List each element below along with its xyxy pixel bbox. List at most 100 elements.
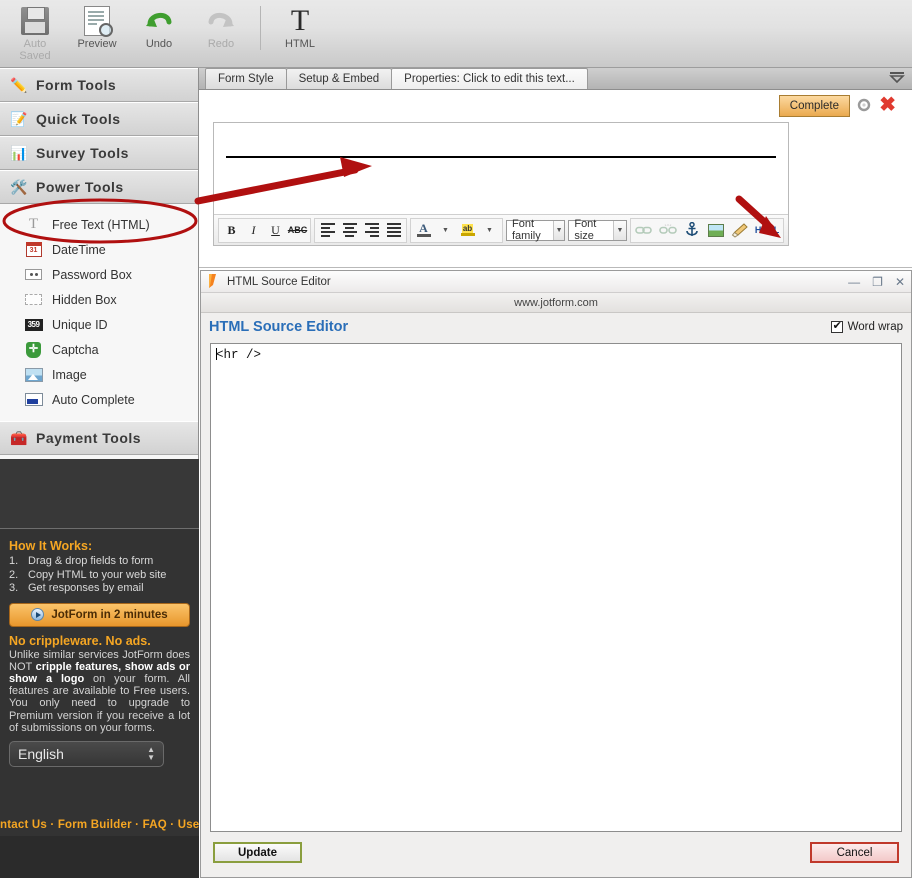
source-editor-header-row: HTML Source Editor Word wrap [201, 313, 911, 341]
sidebar-category-quick-tools[interactable]: 📝 Quick Tools [0, 102, 198, 136]
shield-icon: ✛ [24, 341, 43, 358]
complete-button[interactable]: Complete [778, 95, 850, 117]
step-number: 1. [9, 555, 19, 567]
jotform-in-2-minutes-button[interactable]: JotForm in 2 minutes [9, 602, 190, 627]
checkbox-box-icon [830, 319, 843, 333]
bold-button[interactable]: B [221, 220, 242, 241]
step-number: 2. [9, 568, 19, 581]
sidebar-item-label: Password Box [52, 267, 132, 282]
rich-text-canvas[interactable] [214, 123, 788, 215]
link-form-builder[interactable]: Form Builder [58, 819, 132, 831]
sidebar-item-password-box[interactable]: Password Box [0, 262, 198, 287]
sidebar-item-unique-id[interactable]: 359 Unique ID [0, 312, 198, 337]
align-left-icon[interactable] [317, 220, 338, 241]
highlight-color-button[interactable]: ab [457, 220, 478, 241]
link-faq[interactable]: FAQ [143, 819, 167, 831]
sidebar-item-datetime[interactable]: 31 DateTime [0, 237, 198, 262]
source-editor-heading: HTML Source Editor [209, 319, 349, 335]
collapse-icon[interactable] [888, 70, 906, 86]
underline-button[interactable]: U [265, 220, 286, 241]
preview-button[interactable]: Preview [66, 0, 128, 62]
sidebar-item-label: Auto Complete [52, 392, 135, 407]
insert-image-icon[interactable] [705, 220, 726, 241]
undo-label: Undo [145, 38, 173, 50]
unique-id-icon: 359 [24, 317, 43, 333]
tab-form-style[interactable]: Form Style [205, 68, 287, 89]
rich-text-toolbar: B I U ABC A ▼ ab ▼ Font family ▼ Font si… [214, 214, 788, 245]
sidebar-item-label: DateTime [52, 242, 106, 257]
jotform-logo-icon [207, 274, 220, 289]
play-button-icon [31, 608, 45, 621]
redo-arrow-icon [206, 4, 236, 38]
sidebar-category-payment-tools[interactable]: 🧰 Payment Tools [0, 421, 198, 455]
step-text: Copy HTML to your web site [28, 568, 167, 581]
sidebar-category-label: Form Tools [36, 77, 117, 93]
step-number: 3. [9, 582, 19, 594]
pencil-icon: ✏️ [10, 76, 28, 93]
close-x-icon[interactable]: ✖ [879, 95, 896, 115]
tab-properties[interactable]: Properties: Click to edit this text... [391, 68, 588, 89]
update-button[interactable]: Update [213, 842, 302, 863]
no-crippleware-title: No crippleware. No ads. [9, 633, 151, 648]
close-icon[interactable]: ✕ [895, 276, 905, 288]
language-select[interactable]: English ▲ ▼ [9, 740, 164, 767]
text-color-button[interactable]: A [413, 220, 434, 241]
sidebar-item-captcha[interactable]: ✛ Captcha [0, 337, 198, 362]
font-family-select[interactable]: Font family ▼ [506, 218, 566, 242]
highlight-dropdown-icon[interactable]: ▼ [479, 220, 500, 241]
sidebar-category-label: Survey Tools [36, 145, 129, 161]
align-right-icon[interactable] [361, 220, 382, 241]
sidebar-item-image[interactable]: Image [0, 362, 198, 387]
font-size-select[interactable]: Font size ▼ [568, 218, 627, 242]
html-label: HTML [285, 38, 315, 50]
sidebar-item-label: Image [52, 367, 87, 382]
rte-format-group: B I U ABC [218, 217, 311, 243]
align-center-icon[interactable] [339, 220, 360, 241]
floppy-disk-icon [21, 4, 49, 38]
sidebar-item-hidden-box[interactable]: Hidden Box [0, 287, 198, 312]
promo-body-text: Unlike similar services JotForm does NOT… [9, 649, 190, 734]
strikethrough-button[interactable]: ABC [287, 220, 308, 241]
link-user[interactable]: User [178, 819, 199, 831]
tab-setup-embed[interactable]: Setup & Embed [285, 68, 393, 89]
html-button[interactable]: T HTML [269, 0, 331, 62]
html-source-code: <hr /> [216, 348, 262, 362]
sidebar-category-power-tools[interactable]: 🛠️ Power Tools [0, 170, 198, 204]
calendar-icon: 31 [24, 242, 43, 258]
undo-button[interactable]: Undo [128, 0, 190, 62]
sidebar-item-label: Free Text (HTML) [52, 217, 150, 232]
link-icon[interactable] [633, 220, 654, 241]
source-editor-url: www.jotform.com [514, 296, 598, 309]
html-source-button[interactable]: HTML [753, 225, 781, 235]
tab-label: Form Style [218, 73, 274, 85]
cancel-button[interactable]: Cancel [810, 842, 899, 863]
tools-list-bottom-gap [0, 412, 198, 421]
unlink-icon[interactable] [657, 220, 678, 241]
cancel-label: Cancel [836, 846, 873, 859]
italic-button[interactable]: I [243, 220, 264, 241]
text-t-icon: T [290, 4, 310, 37]
redo-button[interactable]: Redo [190, 0, 252, 62]
text-color-dropdown-icon[interactable]: ▼ [435, 220, 456, 241]
horizontal-rule [226, 156, 776, 158]
link-contact-us[interactable]: ntact Us [0, 819, 47, 831]
maximize-icon[interactable]: ❐ [872, 276, 883, 288]
sidebar-category-survey-tools[interactable]: 📊 Survey Tools [0, 136, 198, 170]
step-text: Drag & drop fields to form [28, 555, 154, 567]
payment-stack-icon: 🧰 [10, 429, 28, 446]
preview-magnifier-icon [84, 4, 113, 38]
sidebar-item-auto-complete[interactable]: Auto Complete [0, 387, 198, 412]
word-wrap-checkbox[interactable]: Word wrap [830, 319, 903, 333]
html-source-textarea[interactable]: <hr /> [210, 343, 902, 832]
broom-icon[interactable] [729, 220, 750, 241]
auto-saved-button[interactable]: Auto Saved [4, 0, 66, 62]
free-text-icon: T [28, 216, 39, 232]
align-justify-icon[interactable] [383, 220, 404, 241]
sidebar-category-form-tools[interactable]: ✏️ Form Tools [0, 68, 198, 102]
sidebar-item-free-text-html[interactable]: T Free Text (HTML) [0, 212, 198, 237]
minimize-icon[interactable]: — [848, 276, 860, 288]
gear-icon[interactable] [856, 97, 872, 113]
promo-panel: How It Works: 1. Drag & drop fields to fo… [0, 459, 199, 878]
chevron-updown-icon: ▲ ▼ [147, 744, 155, 762]
anchor-icon[interactable] [681, 220, 702, 241]
